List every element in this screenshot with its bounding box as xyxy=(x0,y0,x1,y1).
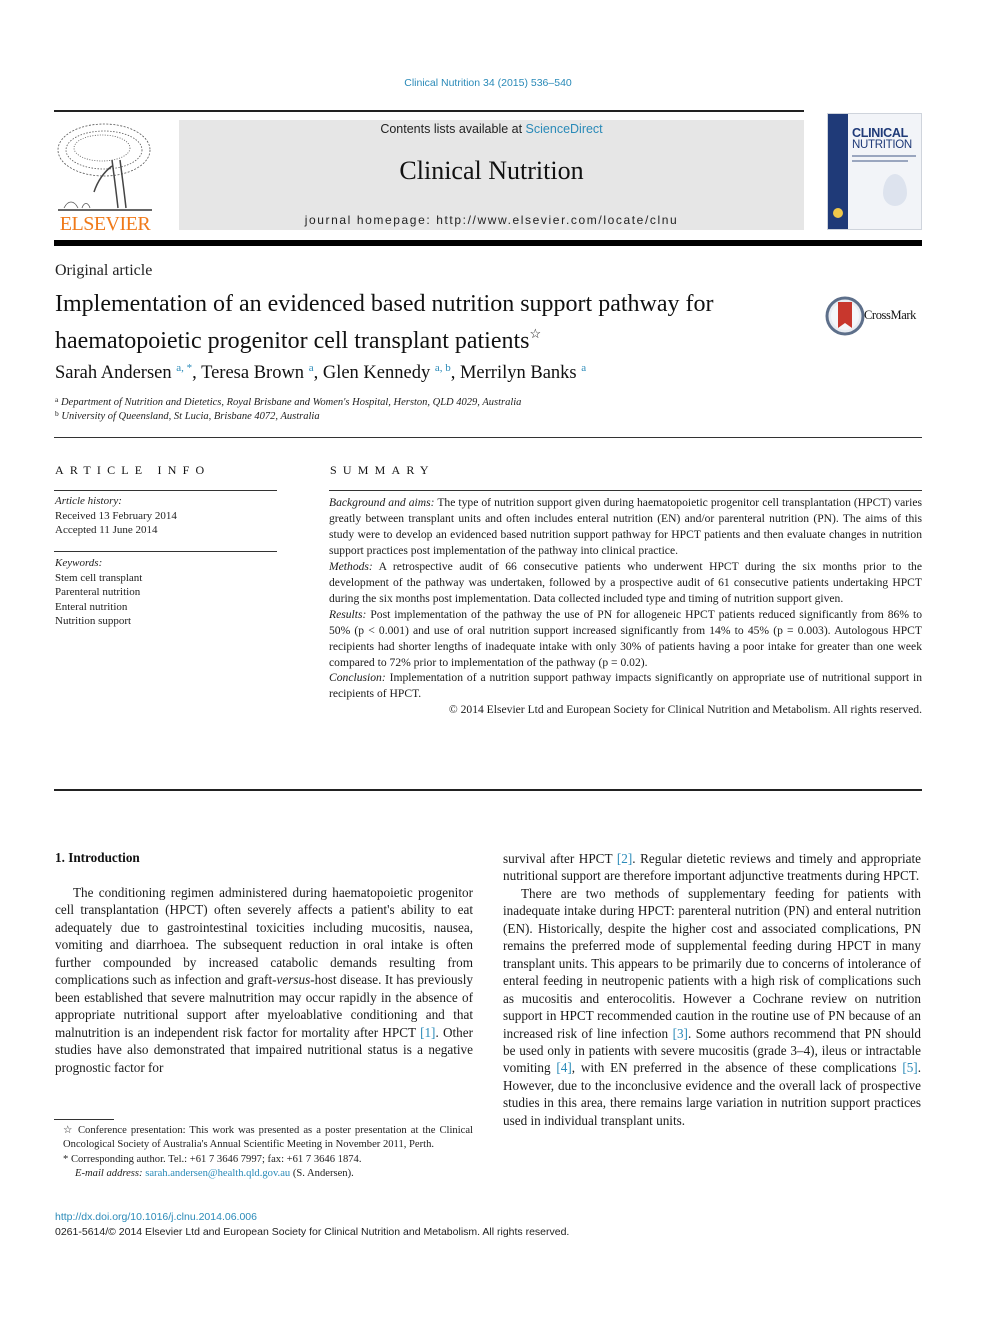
keyword: Nutrition support xyxy=(55,615,132,627)
article-title-text: Implementation of an evidenced based nut… xyxy=(55,291,714,354)
abstract-section-label: Results: xyxy=(329,607,367,621)
author-name[interactable]: Teresa Brown xyxy=(201,363,304,383)
footnote-corresponding: * Corresponding author. Tel.: +61 7 3646… xyxy=(63,1153,362,1165)
body-column-right: survival after HPCT [2]. Regular dieteti… xyxy=(503,850,921,1129)
divider xyxy=(54,437,922,438)
journal-title: Clinical Nutrition xyxy=(399,156,584,185)
cover-society-emblem xyxy=(833,208,843,218)
author-name[interactable]: Merrilyn Banks xyxy=(460,363,577,383)
footnote-rule xyxy=(54,1119,114,1120)
citation-ref-link[interactable]: [1] xyxy=(420,1025,435,1040)
citation-ref-link[interactable]: [3] xyxy=(673,1026,688,1041)
author-list: Sarah Andersen a, *, Teresa Brown a, Gle… xyxy=(55,362,587,383)
author-affiliation-marks[interactable]: a xyxy=(309,362,314,374)
cover-title-line1: CLINICAL xyxy=(852,126,908,140)
affiliation-key: b xyxy=(55,409,59,418)
history-label: Article history: xyxy=(55,495,122,507)
title-footnote-mark[interactable]: ☆ xyxy=(530,326,542,341)
abstract-section-label: Methods: xyxy=(329,559,373,573)
author-affiliation-marks[interactable]: a xyxy=(581,362,586,374)
affiliation-key: a xyxy=(55,395,59,404)
affiliation-b: b University of Queensland, St Lucia, Br… xyxy=(55,409,320,422)
email-suffix: (S. Andersen). xyxy=(290,1167,354,1179)
abstract-section-text: A retrospective audit of 66 consecutive … xyxy=(329,559,922,605)
abstract-section-text: Post implementation of the pathway the u… xyxy=(329,607,922,669)
crossmark-label: CrossMark xyxy=(864,308,916,322)
article-title: Implementation of an evidenced based nut… xyxy=(55,290,815,356)
cover-subtitle-bar xyxy=(852,160,908,162)
author-affiliation-marks[interactable]: a, * xyxy=(176,362,192,374)
text-run: survival after HPCT xyxy=(503,851,617,866)
cover-droplet-graphic xyxy=(883,174,907,206)
keyword: Parenteral nutrition xyxy=(55,586,141,598)
abstract-section-label: Conclusion: xyxy=(329,671,386,685)
divider xyxy=(329,490,922,491)
header-thick-rule xyxy=(54,240,922,246)
keyword: Enteral nutrition xyxy=(55,600,128,613)
abstract-copyright: © 2014 Elsevier Ltd and European Society… xyxy=(448,703,922,717)
contents-available-line: Contents lists available at ScienceDirec… xyxy=(179,122,804,136)
article-info-heading: ARTICLE INFO xyxy=(55,463,211,477)
accepted-date: Accepted 11 June 2014 xyxy=(55,524,158,536)
abstract-body: Background and aims: The type of nutriti… xyxy=(329,495,922,718)
section-heading-introduction: 1. Introduction xyxy=(55,850,140,865)
body-paragraph: survival after HPCT [2]. Regular dieteti… xyxy=(503,850,921,885)
footnote-email: E-mail address: sarah.andersen@health.ql… xyxy=(55,1167,473,1181)
footnotes: ☆ Conference presentation: This work was… xyxy=(55,1124,473,1181)
abstract-section-label: Background and aims: xyxy=(329,496,435,509)
author-name[interactable]: Sarah Andersen xyxy=(55,363,172,383)
body-paragraph: There are two methods of supplementary f… xyxy=(503,885,921,1129)
doi-link[interactable]: http://dx.doi.org/10.1016/j.clnu.2014.06… xyxy=(55,1211,257,1223)
keywords-block: Keywords: Stem cell transplant Parentera… xyxy=(55,556,142,629)
italic-term: versus xyxy=(276,972,311,988)
affiliation-a: a Department of Nutrition and Dietetics,… xyxy=(55,395,521,408)
header-rule xyxy=(54,110,804,112)
abstract-conclusion: Conclusion: Implementation of a nutritio… xyxy=(329,670,922,702)
author-email-link[interactable]: sarah.andersen@health.qld.gov.au xyxy=(145,1168,290,1179)
abstract-section-text: Implementation of a nutrition support pa… xyxy=(329,671,922,701)
journal-citation-link[interactable]: Clinical Nutrition 34 (2015) 536–540 xyxy=(0,77,976,89)
crossmark-icon xyxy=(825,296,865,336)
email-label: E-mail address: xyxy=(75,1167,143,1179)
citation-ref-link[interactable]: [5] xyxy=(902,1060,917,1075)
journal-homepage-link[interactable]: journal homepage: http://www.elsevier.co… xyxy=(179,213,804,227)
divider xyxy=(54,551,277,552)
journal-masthead: Contents lists available at ScienceDirec… xyxy=(179,120,804,230)
footnote-conference: ☆ Conference presentation: This work was… xyxy=(63,1125,473,1151)
text-run: There are two methods of supplementary f… xyxy=(503,885,921,1041)
affiliation-text: University of Queensland, St Lucia, Bris… xyxy=(61,411,320,422)
author-name[interactable]: Glen Kennedy xyxy=(323,363,430,383)
sciencedirect-link[interactable]: ScienceDirect xyxy=(526,122,603,136)
summary-heading: SUMMARY xyxy=(330,463,435,477)
abstract-methods: Methods: A retrospective audit of 66 con… xyxy=(329,559,922,607)
affiliation-text: Department of Nutrition and Dietetics, R… xyxy=(60,397,522,408)
divider xyxy=(54,490,277,491)
citation-ref-link[interactable]: [2] xyxy=(617,851,632,866)
keyword: Stem cell transplant xyxy=(55,571,143,584)
body-paragraph: The conditioning regimen administered du… xyxy=(55,884,473,1076)
abstract-background: Background and aims: The type of nutriti… xyxy=(329,495,922,559)
issn-copyright-line: 0261-5614/© 2014 Elsevier Ltd and Europe… xyxy=(55,1226,570,1238)
keywords-label: Keywords: xyxy=(55,557,103,569)
body-column-left: The conditioning regimen administered du… xyxy=(55,884,473,1076)
abstract-results: Results: Post implementation of the path… xyxy=(329,607,922,671)
cover-subtitle-bar xyxy=(852,155,916,157)
article-type-label: Original article xyxy=(55,262,153,279)
contents-prefix: Contents lists available at xyxy=(380,122,526,136)
journal-cover-thumbnail[interactable]: CLINICAL NUTRITION xyxy=(827,113,922,230)
text-run: , with EN preferred in the absence of th… xyxy=(571,1060,903,1076)
elsevier-wordmark: ELSEVIER xyxy=(59,213,151,235)
citation-ref-link[interactable]: [4] xyxy=(556,1060,571,1075)
received-date: Received 13 February 2014 xyxy=(55,509,177,522)
author-affiliation-marks[interactable]: a, b xyxy=(435,362,451,374)
article-history: Article history: Received 13 February 20… xyxy=(55,494,177,538)
cover-title-line2: NUTRITION xyxy=(852,139,912,151)
divider xyxy=(54,789,922,791)
